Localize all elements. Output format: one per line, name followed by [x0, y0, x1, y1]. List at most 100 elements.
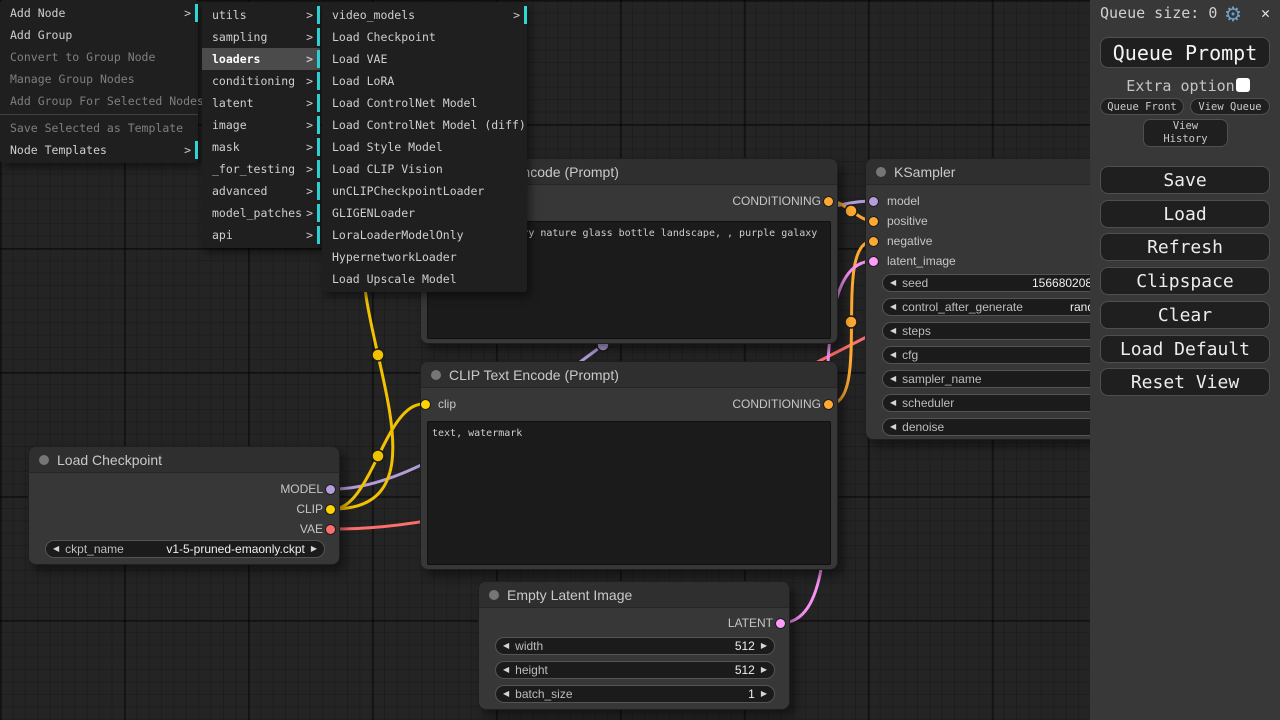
node-title: Load Checkpoint [57, 452, 162, 468]
clipspace-button[interactable]: Clipspace [1100, 267, 1270, 295]
close-icon[interactable]: ✕ [1261, 4, 1270, 22]
output-port-latent[interactable] [776, 619, 785, 628]
batch-size-widget[interactable]: ◀ batch_size 1 ▶ [495, 685, 775, 703]
menu-item-unclip-checkpoint-loader[interactable]: unCLIPCheckpointLoader [322, 180, 527, 202]
load-button[interactable]: Load [1100, 200, 1270, 228]
prev-value-icon[interactable]: ◀ [503, 637, 509, 655]
menu-item-mask[interactable]: mask> [202, 136, 320, 158]
menu-item-load-style-model[interactable]: Load Style Model [322, 136, 527, 158]
menu-item-utils[interactable]: utils> [202, 4, 320, 26]
queue-front-button[interactable]: Queue Front [1100, 98, 1184, 115]
next-value-icon[interactable]: ▶ [761, 637, 767, 655]
output-port-clip[interactable] [326, 505, 335, 514]
menu-item-lora-loader-model-only[interactable]: LoraLoaderModelOnly [322, 224, 527, 246]
menu-item-image[interactable]: image> [202, 114, 320, 136]
menu-item-latent[interactable]: latent> [202, 92, 320, 114]
view-queue-button[interactable]: View Queue [1190, 98, 1270, 115]
widget-value: 512 [735, 663, 755, 677]
collapse-dot-icon[interactable] [489, 590, 499, 600]
prev-value-icon[interactable]: ◀ [53, 540, 59, 558]
menu-item-convert-to-group-node[interactable]: Convert to Group Node [0, 46, 198, 68]
input-port-clip[interactable] [421, 400, 430, 409]
output-port-conditioning[interactable] [824, 197, 833, 206]
menu-item-save-selected-template[interactable]: Save Selected as Template [0, 117, 198, 139]
menu-item-load-upscale-model[interactable]: Load Upscale Model [322, 268, 527, 290]
input-port-latent-image[interactable] [869, 257, 878, 266]
menu-item-api[interactable]: api> [202, 224, 320, 246]
menu-item-for-testing[interactable]: _for_testing> [202, 158, 320, 180]
next-value-icon[interactable]: ▶ [761, 685, 767, 703]
node-title-bar[interactable]: CLIP Text Encode (Prompt) [421, 362, 837, 388]
view-history-button[interactable]: View History [1143, 119, 1228, 147]
width-widget[interactable]: ◀ width 512 ▶ [495, 637, 775, 655]
queue-prompt-button[interactable]: Queue Prompt [1100, 37, 1270, 68]
node-clip-text-encode-negative[interactable]: CLIP Text Encode (Prompt) clip CONDITION… [420, 361, 838, 570]
menu-item-load-lora[interactable]: Load LoRA [322, 70, 527, 92]
prev-value-icon[interactable]: ◀ [890, 322, 896, 340]
ckpt-name-widget[interactable]: ◀ ckpt_name v1-5-pruned-emaonly.ckpt ▶ [45, 540, 325, 558]
submenu-arrow-icon: > [306, 158, 313, 180]
context-menu: Add Node > Add Group Convert to Group No… [0, 0, 198, 163]
menu-item-advanced[interactable]: advanced> [202, 180, 320, 202]
menu-item-loaders[interactable]: loaders> [202, 48, 320, 70]
prev-value-icon[interactable]: ◀ [503, 685, 509, 703]
output-port-vae[interactable] [326, 525, 335, 534]
refresh-button[interactable]: Refresh [1100, 233, 1270, 261]
input-port-negative[interactable] [869, 237, 878, 246]
node-empty-latent-image[interactable]: Empty Latent Image LATENT ◀ width 512 ▶ … [478, 581, 790, 710]
collapse-dot-icon[interactable] [431, 370, 441, 380]
menu-item-sampling[interactable]: sampling> [202, 26, 320, 48]
extra-options-checkbox[interactable] [1236, 78, 1250, 92]
node-title-bar[interactable]: Empty Latent Image [479, 582, 789, 608]
input-port-positive[interactable] [869, 217, 878, 226]
output-label: MODEL [280, 482, 323, 496]
prev-value-icon[interactable]: ◀ [890, 394, 896, 412]
reset-view-button[interactable]: Reset View [1100, 368, 1270, 396]
menu-item-manage-group-nodes[interactable]: Manage Group Nodes [0, 68, 198, 90]
menu-item-load-vae[interactable]: Load VAE [322, 48, 527, 70]
prev-value-icon[interactable]: ◀ [890, 418, 896, 436]
menu-item-video-models[interactable]: video_models> [322, 4, 527, 26]
prev-value-icon[interactable]: ◀ [890, 298, 896, 316]
prev-value-icon[interactable]: ◀ [503, 661, 509, 679]
menu-item-model-patches[interactable]: model_patches> [202, 202, 320, 224]
submenu-arrow-icon: > [306, 92, 313, 114]
menu-item-load-clip-vision[interactable]: Load CLIP Vision [322, 158, 527, 180]
menu-item-node-templates[interactable]: Node Templates > [0, 139, 198, 161]
menu-item-load-checkpoint[interactable]: Load Checkpoint [322, 26, 527, 48]
next-value-icon[interactable]: ▶ [311, 540, 317, 558]
clear-button[interactable]: Clear [1100, 301, 1270, 329]
output-port-conditioning[interactable] [824, 400, 833, 409]
input-port-model[interactable] [869, 197, 878, 206]
prev-value-icon[interactable]: ◀ [890, 274, 896, 292]
save-button[interactable]: Save [1100, 166, 1270, 194]
load-default-button[interactable]: Load Default [1100, 335, 1270, 363]
menu-item-add-group-for-selected[interactable]: Add Group For Selected Nodes [0, 90, 198, 112]
settings-gear-icon[interactable]: ⚙ [1224, 2, 1242, 26]
menu-item-load-controlnet-model[interactable]: Load ControlNet Model [322, 92, 527, 114]
submenu-arrow-icon: > [306, 224, 313, 246]
input-label: latent_image [887, 254, 956, 268]
output-row-clip: CLIP [29, 500, 339, 520]
prompt-textarea[interactable]: text, watermark [427, 421, 831, 565]
extra-options-label: Extra options [1090, 77, 1280, 95]
comfy-menu-panel: Queue size: 0 ⚙ ✕ Queue Prompt Extra opt… [1090, 0, 1280, 720]
height-widget[interactable]: ◀ height 512 ▶ [495, 661, 775, 679]
prev-value-icon[interactable]: ◀ [890, 346, 896, 364]
menu-item-add-group[interactable]: Add Group [0, 24, 198, 46]
next-value-icon[interactable]: ▶ [761, 661, 767, 679]
node-title-bar[interactable]: Load Checkpoint [29, 447, 339, 473]
menu-item-load-controlnet-model-diff[interactable]: Load ControlNet Model (diff) [322, 114, 527, 136]
prev-value-icon[interactable]: ◀ [890, 370, 896, 388]
menu-item-conditioning[interactable]: conditioning> [202, 70, 320, 92]
collapse-dot-icon[interactable] [39, 455, 49, 465]
output-row-model: MODEL [29, 480, 339, 500]
output-label: CONDITIONING [732, 397, 821, 411]
menu-item-add-node[interactable]: Add Node > [0, 2, 198, 24]
collapse-dot-icon[interactable] [876, 167, 886, 177]
menu-item-hypernetwork-loader[interactable]: HypernetworkLoader [322, 246, 527, 268]
menu-item-gligen-loader[interactable]: GLIGENLoader [322, 202, 527, 224]
node-title: Empty Latent Image [507, 587, 632, 603]
node-load-checkpoint[interactable]: Load Checkpoint MODEL CLIP VAE ◀ ckpt_na… [28, 446, 340, 565]
output-port-model[interactable] [326, 485, 335, 494]
